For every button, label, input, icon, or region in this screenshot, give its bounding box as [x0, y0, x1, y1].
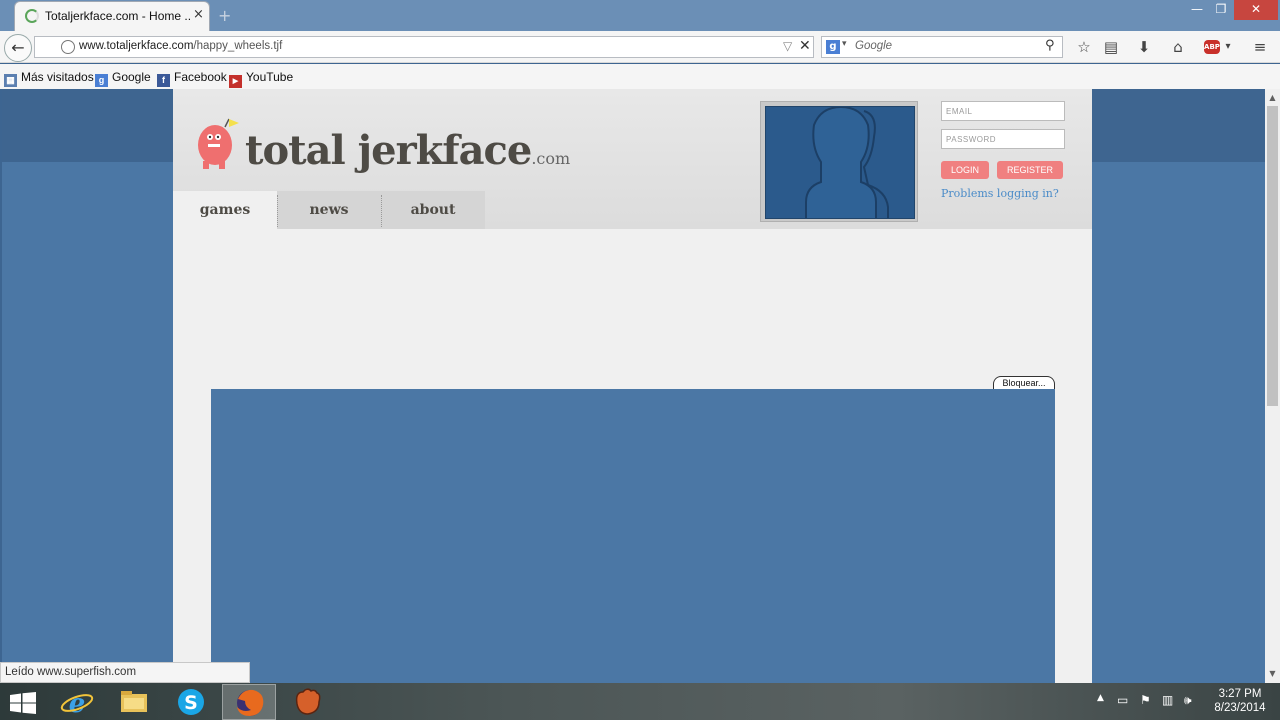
window-close-button[interactable]: ✕	[1234, 0, 1278, 20]
silhouette-icon	[805, 107, 889, 218]
url-path: /happy_wheels.tjf	[193, 40, 283, 52]
bookmark-label: Más visitados	[21, 70, 94, 84]
adblock-dropdown-icon[interactable]: ▾	[1218, 38, 1238, 56]
taskbar-firefox[interactable]	[222, 684, 276, 720]
browser-tab[interactable]: Totaljerkface.com - Home ... ×	[14, 1, 210, 31]
taskbar-internet-explorer[interactable]: e	[50, 684, 104, 720]
bookmarks-toolbar: ▦ Más visitados g Google f Facebook ▶ YouTub…	[0, 64, 1280, 89]
scrollbar-thumb[interactable]	[1267, 106, 1278, 406]
scroll-down-icon[interactable]: ▼	[1265, 667, 1280, 681]
tab-close-icon[interactable]: ×	[193, 7, 204, 22]
url-host: www.totaljerkface.com	[79, 40, 194, 52]
action-center-icon[interactable]: ▭	[1117, 693, 1128, 707]
internet-explorer-icon: e	[60, 689, 94, 719]
most-visited-icon: ▦	[4, 74, 17, 87]
volume-icon[interactable]: 🕪	[1184, 693, 1192, 708]
new-tab-icon[interactable]: +	[218, 6, 238, 25]
status-bar: Leído www.superfish.com	[0, 662, 250, 683]
block-flash-tab[interactable]: Bloquear...	[993, 376, 1055, 390]
globe-icon	[61, 40, 75, 54]
browser-titlebar: Totaljerkface.com - Home ... × + — ❐ ✕	[0, 0, 1280, 31]
google-search-engine-icon[interactable]: g	[826, 40, 840, 54]
nav-news[interactable]: news	[277, 191, 381, 229]
url-bar[interactable]: www.totaljerkface.com/happy_wheels.tjf ▽…	[34, 36, 814, 58]
page-scrollbar[interactable]: ▲ ▼	[1265, 89, 1280, 683]
search-input[interactable]: Google	[855, 40, 892, 52]
site-header: total jerkface.com games news about EMAI…	[173, 89, 1092, 229]
screen: Totaljerkface.com - Home ... × + — ❐ ✕ ←…	[0, 0, 1280, 720]
avatar[interactable]	[760, 101, 918, 222]
scroll-up-icon[interactable]: ▲	[1265, 91, 1280, 105]
monster-logo-icon[interactable]	[195, 117, 239, 169]
search-bar[interactable]: g ▾ Google ⚲	[821, 36, 1063, 58]
bookmarks-menu-icon[interactable]: ▤	[1101, 38, 1121, 56]
taskbar-skype[interactable]: S	[164, 684, 218, 720]
bookmark-youtube[interactable]: ▶ YouTube	[229, 70, 293, 88]
menu-icon[interactable]: ≡	[1250, 38, 1270, 56]
windows-start-icon[interactable]	[10, 692, 36, 714]
stop-icon[interactable]: ✕	[799, 38, 811, 54]
file-explorer-icon	[121, 691, 147, 712]
minimize-button[interactable]: —	[1186, 0, 1208, 20]
search-magnifier-icon[interactable]: ⚲	[1045, 38, 1055, 53]
login-button[interactable]: LOGIN	[941, 161, 989, 179]
clock-date: 8/23/2014	[1214, 702, 1266, 714]
register-button[interactable]: REGISTER	[997, 161, 1063, 179]
nav-separator	[381, 195, 382, 227]
svg-text:S: S	[184, 692, 198, 714]
nav-games[interactable]: games	[173, 191, 277, 229]
web-content: total jerkface.com games news about EMAI…	[2, 89, 1265, 683]
google-icon: g	[95, 74, 108, 87]
site-page: total jerkface.com games news about EMAI…	[173, 89, 1092, 683]
baseball-glove-icon	[295, 688, 321, 715]
show-hidden-icons-icon[interactable]: ▲	[1097, 693, 1104, 703]
loading-spinner-icon	[25, 9, 39, 23]
maximize-button[interactable]: ❐	[1210, 0, 1232, 20]
back-button[interactable]: ←	[4, 34, 32, 62]
url-dropdown-icon[interactable]: ▽	[783, 39, 792, 53]
taskbar-file-explorer[interactable]	[107, 684, 161, 720]
bookmark-most-visited[interactable]: ▦ Más visitados	[4, 70, 94, 87]
clock-time: 3:27 PM	[1218, 688, 1262, 700]
bookmark-star-icon[interactable]: ☆	[1074, 38, 1094, 56]
problems-logging-in-link[interactable]: Problems logging in?	[941, 187, 1059, 200]
bookmark-facebook[interactable]: f Facebook	[157, 70, 227, 87]
system-clock[interactable]: 3:27 PM 8/23/2014	[1204, 687, 1276, 715]
nav-separator	[277, 195, 278, 227]
email-field[interactable]: EMAIL	[941, 101, 1065, 121]
home-icon[interactable]: ⌂	[1168, 38, 1188, 56]
skype-icon: S	[178, 689, 204, 715]
game-embed[interactable]	[211, 389, 1055, 683]
logo-name: total jerkface	[245, 127, 532, 174]
search-engine-dropdown-icon[interactable]: ▾	[842, 39, 847, 49]
password-field[interactable]: PASSWORD	[941, 129, 1065, 149]
firefox-icon	[237, 689, 264, 716]
bookmark-google[interactable]: g Google	[95, 70, 151, 87]
browser-navbar: ← www.totaljerkface.com/happy_wheels.tjf…	[0, 31, 1280, 63]
url-text[interactable]: www.totaljerkface.com/happy_wheels.tjf	[79, 40, 282, 52]
avatar-placeholder-icon	[765, 106, 915, 219]
bookmark-label: Facebook	[174, 70, 227, 84]
tab-title: Totaljerkface.com - Home ...	[45, 9, 190, 23]
taskbar-glove-app[interactable]	[281, 684, 335, 720]
site-logo[interactable]: total jerkface.com	[245, 127, 570, 174]
svg-text:e: e	[69, 689, 86, 719]
youtube-icon: ▶	[229, 75, 242, 88]
bookmark-label: YouTube	[246, 70, 294, 84]
taskbar: e S ▲ ▭ ⚑ ▥ 🕪 3:27 PM 8/23/2014	[0, 683, 1280, 720]
flag-icon[interactable]: ⚑	[1140, 693, 1151, 707]
nav-about[interactable]: about	[381, 191, 485, 229]
facebook-icon: f	[157, 74, 170, 87]
logo-suffix: .com	[531, 149, 571, 168]
downloads-icon[interactable]: ⬇	[1134, 38, 1154, 56]
network-icon[interactable]: ▥	[1162, 693, 1173, 707]
bookmark-label: Google	[112, 70, 151, 84]
